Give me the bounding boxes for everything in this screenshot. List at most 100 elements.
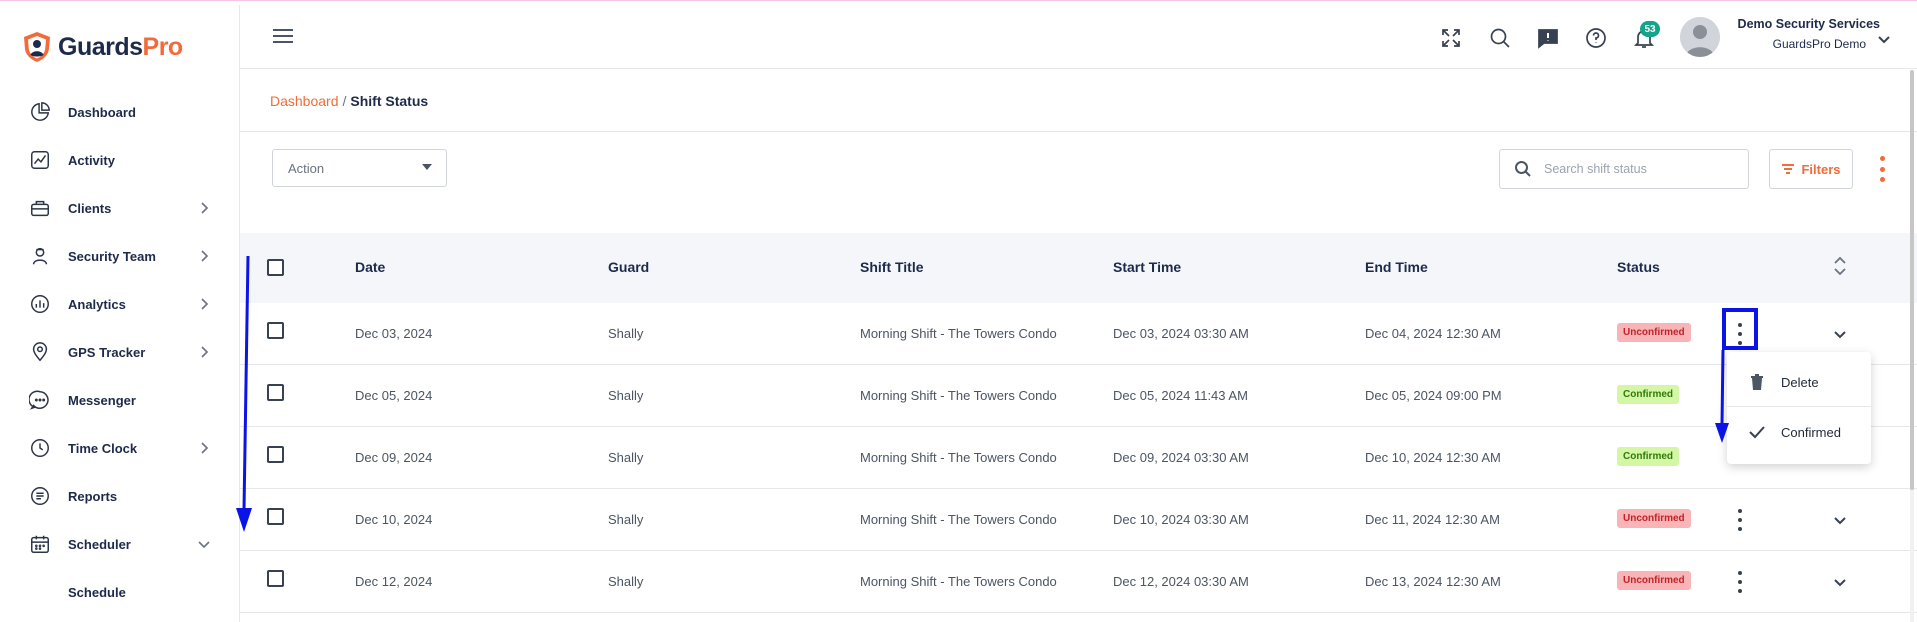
sidebar-item-reports[interactable]: Reports — [0, 472, 240, 520]
sidebar-item-analytics[interactable]: Analytics — [0, 280, 240, 328]
user-name[interactable]: Demo Security Services — [1720, 17, 1880, 31]
gps-icon — [28, 340, 52, 364]
table-row[interactable]: Dec 09, 2024 Shally Morning Shift - The … — [240, 427, 1917, 489]
row-more-icon[interactable] — [1735, 509, 1745, 531]
cell-shift-title: Morning Shift - The Towers Condo — [860, 326, 1057, 341]
table-row[interactable]: Dec 10, 2024 Shally Morning Shift - The … — [240, 489, 1917, 551]
sidebar-item-label: Dashboard — [68, 104, 136, 120]
cell-guard: Shally — [608, 326, 644, 341]
sidebar-item-label: Analytics — [68, 296, 126, 312]
select-all-checkbox[interactable] — [267, 259, 284, 276]
row-checkbox[interactable] — [267, 508, 284, 525]
sidebar-item-label: Time Clock — [68, 440, 138, 456]
help-icon[interactable] — [1584, 26, 1608, 50]
chevron-right-icon — [196, 296, 212, 312]
top-header: 53 Demo Security Services GuardsPro Demo — [240, 5, 1917, 69]
breadcrumb: Dashboard / Shift Status — [270, 93, 428, 109]
cell-start-time: Dec 03, 2024 03:30 AM — [1113, 326, 1249, 341]
search-input[interactable] — [1544, 160, 1734, 178]
more-options-icon[interactable] — [1877, 156, 1887, 182]
status-badge: Confirmed — [1617, 385, 1679, 404]
scrollbar[interactable] — [1910, 70, 1914, 622]
sidebar-item-label: Clients — [68, 200, 112, 216]
expand-chevron-icon[interactable] — [1832, 574, 1848, 590]
check-icon — [1747, 422, 1767, 442]
cell-date: Dec 09, 2024 — [355, 450, 433, 465]
cell-shift-title: Morning Shift - The Towers Condo — [860, 574, 1057, 589]
column-header-guard[interactable]: Guard — [608, 259, 649, 275]
search-box[interactable] — [1499, 149, 1749, 189]
page-title: Shift Status — [350, 93, 429, 109]
row-more-icon[interactable] — [1735, 571, 1745, 593]
sidebar-item-clients[interactable]: Clients — [0, 184, 240, 232]
trash-icon — [1747, 372, 1767, 392]
chevron-right-icon — [196, 248, 212, 264]
status-badge: Unconfirmed — [1617, 509, 1691, 528]
sidebar-item-label: Reports — [68, 488, 118, 504]
chevron-right-icon — [196, 440, 212, 456]
dashboard-icon — [28, 100, 52, 124]
sidebar-item-activity[interactable]: Activity — [0, 136, 240, 184]
activity-icon — [28, 148, 52, 172]
search-icon[interactable] — [1488, 26, 1512, 50]
table-row[interactable]: Dec 03, 2024 Shally Morning Shift - The … — [240, 303, 1917, 365]
menu-item-label: Delete — [1781, 374, 1819, 390]
scrollbar-thumb[interactable] — [1910, 70, 1914, 490]
filters-label: Filters — [1801, 161, 1841, 177]
sidebar-item-security-team[interactable]: Security Team — [0, 232, 240, 280]
chevron-down-icon — [196, 536, 212, 552]
expand-chevron-icon[interactable] — [1832, 512, 1848, 528]
row-checkbox[interactable] — [267, 446, 284, 463]
cell-guard: Shally — [608, 512, 644, 527]
sort-icon[interactable] — [1832, 255, 1848, 277]
filter-icon — [1782, 164, 1795, 174]
cell-guard: Shally — [608, 574, 644, 589]
status-badge: Confirmed — [1617, 447, 1679, 466]
column-header-end-time[interactable]: End Time — [1365, 259, 1428, 275]
menu-item-delete[interactable]: Delete — [1727, 358, 1871, 406]
table-row[interactable]: Dec 12, 2024 Shally Morning Shift - The … — [240, 551, 1917, 613]
chevron-down-icon[interactable] — [1876, 31, 1892, 47]
sidebar-item-scheduler[interactable]: Scheduler — [0, 520, 240, 568]
row-checkbox[interactable] — [267, 384, 284, 401]
clients-icon — [28, 196, 52, 220]
cell-shift-title: Morning Shift - The Towers Condo — [860, 388, 1057, 403]
row-checkbox[interactable] — [267, 322, 284, 339]
sidebar-subitem-schedule[interactable]: Schedule — [0, 568, 240, 616]
cell-date: Dec 10, 2024 — [355, 512, 433, 527]
filters-button[interactable]: Filters — [1769, 149, 1853, 189]
app-logo[interactable]: GuardsPro — [22, 31, 183, 63]
feedback-icon[interactable] — [1536, 26, 1560, 50]
table-row[interactable]: Dec 05, 2024 Shally Morning Shift - The … — [240, 365, 1917, 427]
search-icon — [1514, 160, 1532, 178]
sidebar-nav: Dashboard Activity Clients Security Team… — [0, 88, 240, 616]
sidebar-item-time-clock[interactable]: Time Clock — [0, 424, 240, 472]
clock-icon — [28, 436, 52, 460]
menu-divider — [1727, 406, 1871, 407]
sidebar-item-gps-tracker[interactable]: GPS Tracker — [0, 328, 240, 376]
sidebar-item-dashboard[interactable]: Dashboard — [0, 88, 240, 136]
cell-end-time: Dec 10, 2024 12:30 AM — [1365, 450, 1501, 465]
fullscreen-icon[interactable] — [1439, 26, 1463, 50]
row-checkbox[interactable] — [267, 570, 284, 587]
user-org: GuardsPro Demo — [1772, 37, 1866, 51]
breadcrumb-dashboard-link[interactable]: Dashboard — [270, 93, 339, 109]
notification-badge: 53 — [1640, 21, 1660, 37]
row-action-menu: Delete Confirmed — [1727, 352, 1871, 464]
action-select[interactable]: Action — [272, 149, 447, 187]
expand-chevron-icon[interactable] — [1832, 326, 1848, 342]
cell-start-time: Dec 09, 2024 03:30 AM — [1113, 450, 1249, 465]
column-header-start-time[interactable]: Start Time — [1113, 259, 1181, 275]
sidebar: GuardsPro Dashboard Activity Clients Sec… — [0, 5, 240, 622]
column-header-shift-title[interactable]: Shift Title — [860, 259, 924, 275]
column-header-status[interactable]: Status — [1617, 259, 1660, 275]
menu-toggle-icon[interactable] — [273, 29, 293, 43]
sidebar-item-label: Messenger — [68, 392, 136, 408]
column-header-date[interactable]: Date — [355, 259, 385, 275]
guardspro-logo-icon — [24, 32, 50, 62]
avatar[interactable] — [1680, 17, 1720, 57]
cell-shift-title: Morning Shift - The Towers Condo — [860, 450, 1057, 465]
menu-item-confirmed[interactable]: Confirmed — [1727, 408, 1871, 456]
sidebar-item-messenger[interactable]: Messenger — [0, 376, 240, 424]
caret-down-icon — [422, 164, 432, 170]
